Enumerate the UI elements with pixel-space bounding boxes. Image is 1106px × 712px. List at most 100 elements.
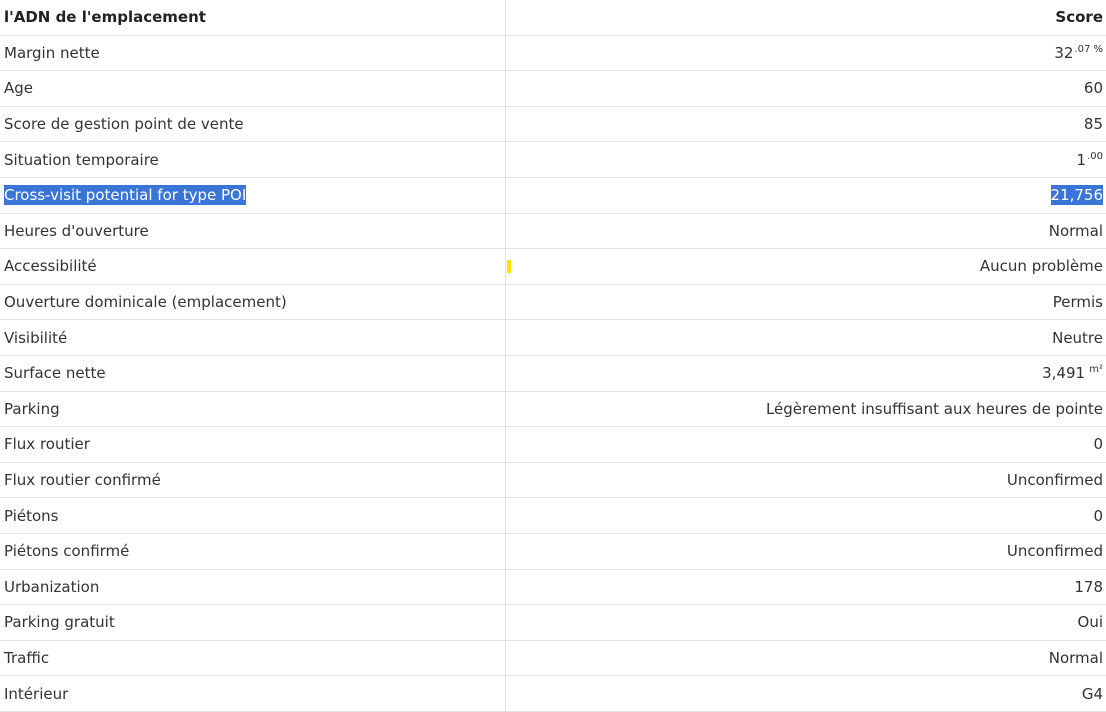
row-label: Flux routier confirmé <box>4 471 161 490</box>
row-value: Normal <box>1048 221 1103 240</box>
row-value-cell: Oui <box>505 604 1106 641</box>
row-value-cell: 85 <box>505 106 1106 143</box>
row-label-cell: Urbanization <box>0 569 506 606</box>
status-marker <box>506 260 511 274</box>
row-value: 60 <box>1083 79 1103 98</box>
row-value-cell: Normal <box>505 213 1106 250</box>
row-value: Unconfirmed <box>1006 471 1103 490</box>
table-row: Piétons 0 <box>0 497 1106 534</box>
row-label-cell: Piétons <box>0 497 506 534</box>
row-value-cell: 32.07 % <box>505 35 1106 72</box>
row-value: Permis <box>1052 293 1103 312</box>
row-label-selected: Cross-visit potential for type POI <box>4 185 247 206</box>
row-value: Oui <box>1077 613 1103 632</box>
table-row: Cross-visit potential for type POI 21,756 <box>0 177 1106 214</box>
row-label: Intérieur <box>4 684 69 703</box>
table-row: Situation temporaire 1.00 <box>0 141 1106 178</box>
row-label-cell: Age <box>0 70 506 107</box>
row-value-cell: 3,491 m² <box>505 355 1106 392</box>
value-superscript: .07 % <box>1074 43 1103 55</box>
row-label-cell: Cross-visit potential for type POI <box>0 177 506 214</box>
table-row: Ouverture dominicale (emplacement) Permis <box>0 284 1106 321</box>
row-value-cell: 0 <box>505 497 1106 534</box>
row-label: Margin nette <box>4 43 100 62</box>
row-value: Unconfirmed <box>1006 542 1103 561</box>
row-label-cell: Ouverture dominicale (emplacement) <box>0 284 506 321</box>
row-label: Traffic <box>4 648 50 667</box>
row-value: 0 <box>1093 435 1103 454</box>
row-value-cell: Neutre <box>505 319 1106 356</box>
table-row: Flux routier 0 <box>0 426 1106 463</box>
table-row: Parking Légèrement insuffisant aux heures… <box>0 391 1106 428</box>
row-label: Age <box>4 79 34 98</box>
row-label-cell: Parking gratuit <box>0 604 506 641</box>
header-label: l'ADN de l'emplacement <box>0 0 506 36</box>
row-label-cell: Piétons confirmé <box>0 533 506 570</box>
table-row: Traffic Normal <box>0 640 1106 677</box>
row-label: Accessibilité <box>4 257 97 276</box>
table-row: Urbanization 178 <box>0 569 1106 606</box>
row-label-cell: Visibilité <box>0 319 506 356</box>
row-label: Score de gestion point de vente <box>4 115 244 134</box>
row-label-cell: Flux routier <box>0 426 506 463</box>
row-label: Surface nette <box>4 364 106 383</box>
row-label-cell: Flux routier confirmé <box>0 462 506 499</box>
row-value-cell: 1.00 <box>505 141 1106 178</box>
row-value-cell: Unconfirmed <box>505 462 1106 499</box>
table-row: Heures d'ouverture Normal <box>0 213 1106 250</box>
row-value: Neutre <box>1052 328 1103 347</box>
row-label: Ouverture dominicale (emplacement) <box>4 293 287 312</box>
header-score: Score <box>505 0 1106 36</box>
row-value: 3,491 <box>1042 364 1086 383</box>
table-row: Intérieur G4 <box>0 675 1106 712</box>
row-label: Heures d'ouverture <box>4 221 149 240</box>
row-label: Flux routier <box>4 435 90 454</box>
row-value: 85 <box>1083 115 1103 134</box>
value-superscript: .00 <box>1087 150 1103 162</box>
row-label: Parking <box>4 399 60 418</box>
table-row: Margin nette 32.07 % <box>0 35 1106 72</box>
row-label-cell: Margin nette <box>0 35 506 72</box>
row-value-cell: 0 <box>505 426 1106 463</box>
row-value: 1 <box>1076 150 1087 169</box>
row-value: Légèrement insuffisant aux heures de poi… <box>765 399 1103 418</box>
value-superscript: m² <box>1086 364 1103 376</box>
row-label: Visibilité <box>4 328 68 347</box>
row-value-cell: Permis <box>505 284 1106 321</box>
table-row: Piétons confirmé Unconfirmed <box>0 533 1106 570</box>
row-label-cell: Traffic <box>0 640 506 677</box>
row-label-cell: Heures d'ouverture <box>0 213 506 250</box>
table-row: Flux routier confirmé Unconfirmed <box>0 462 1106 499</box>
row-value-cell: Unconfirmed <box>505 533 1106 570</box>
row-value: Aucun problème <box>979 257 1103 276</box>
row-value: Normal <box>1048 648 1103 667</box>
row-value-cell: 60 <box>505 70 1106 107</box>
table-header-row: l'ADN de l'emplacement Score <box>0 0 1106 36</box>
row-label-cell: Accessibilité <box>0 248 506 285</box>
row-label: Situation temporaire <box>4 150 159 169</box>
table-row: Visibilité Neutre <box>0 319 1106 356</box>
row-label: Urbanization <box>4 577 100 596</box>
row-label-cell: Score de gestion point de vente <box>0 106 506 143</box>
location-dna-table: l'ADN de l'emplacement Score Margin nett… <box>0 0 1106 712</box>
table-row: Score de gestion point de vente 85 <box>0 106 1106 143</box>
row-value-cell: 178 <box>505 569 1106 606</box>
table-row: Surface nette 3,491 m² <box>0 355 1106 392</box>
row-value: 32 <box>1054 43 1074 62</box>
table-row: Parking gratuit Oui <box>0 604 1106 641</box>
row-label-cell: Parking <box>0 391 506 428</box>
row-value-selected: 21,756 <box>1050 185 1103 206</box>
row-value-cell: G4 <box>505 675 1106 712</box>
row-value: G4 <box>1081 684 1103 703</box>
row-value-cell: 21,756 <box>505 177 1106 214</box>
row-label-cell: Surface nette <box>0 355 506 392</box>
table-row: Age 60 <box>0 70 1106 107</box>
row-label-cell: Intérieur <box>0 675 506 712</box>
row-value-cell: Normal <box>505 640 1106 677</box>
row-value-cell: Aucun problème <box>505 248 1106 285</box>
row-value: 0 <box>1093 506 1103 525</box>
table-row: Accessibilité Aucun problème <box>0 248 1106 285</box>
row-value: 178 <box>1074 577 1103 596</box>
row-label-cell: Situation temporaire <box>0 141 506 178</box>
row-label: Piétons confirmé <box>4 542 130 561</box>
